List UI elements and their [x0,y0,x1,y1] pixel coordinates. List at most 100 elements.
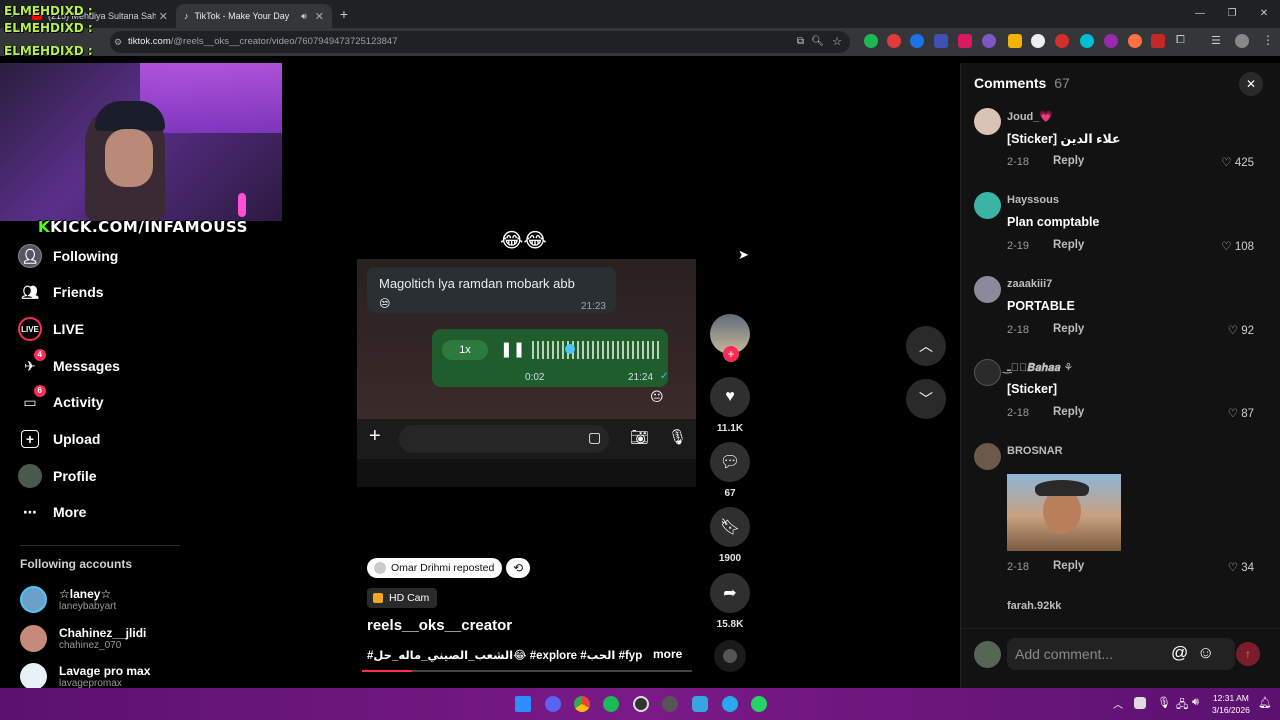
avatar[interactable] [974,443,1001,470]
close-tab-icon[interactable]: ✕ [159,10,168,23]
video-player[interactable]: Magoltich lya ramdan mobark abb 😒 21:23 … [357,259,696,487]
save-button[interactable]: 🔖︎ 1900 [710,507,750,564]
sidebar-item-messages[interactable]: ✈︎ 4 Messages [18,349,120,380]
extension-icon[interactable] [958,34,972,48]
comment-like-button[interactable]: ♡ 108 [1221,239,1254,253]
install-app-icon[interactable]: ⧉ [797,31,804,53]
new-tab-button[interactable]: + [332,6,356,22]
extension-icon[interactable] [1128,34,1142,48]
comment-username[interactable]: farah.92kk [1007,600,1061,612]
comment-like-button[interactable]: ♡ 87 [1228,406,1254,420]
obs-icon[interactable] [633,696,649,712]
emoji-icon[interactable]: ☺ [1197,643,1214,663]
comment-input[interactable]: Add comment... @ ☺ [1007,638,1235,670]
whatsapp-icon[interactable] [751,696,767,712]
comment-username[interactable]: Hayssous [1007,194,1059,206]
next-video-button[interactable]: ﹀ [906,379,946,419]
browser-menu-icon[interactable]: ⋮ [1262,33,1274,47]
extension-icon[interactable] [1080,34,1094,48]
close-comments-button[interactable]: ✕ [1239,72,1263,96]
previous-video-button[interactable]: ︿ [906,326,946,366]
sidebar-item-friends[interactable]: 👥︎ Friends [18,278,103,306]
follow-plus-icon[interactable]: + [723,346,739,362]
minimize-icon[interactable]: — [1184,0,1216,28]
app-icon[interactable] [692,696,708,712]
repost-pill[interactable]: Omar Drihmi reposted [367,558,503,578]
comment-username[interactable]: BROSNAR [1007,445,1063,457]
bookmark-star-icon[interactable]: ☆ [832,31,842,53]
pause-icon[interactable]: ❚❚ [500,340,525,358]
extension-icon[interactable] [1008,34,1022,48]
telegram-icon[interactable] [722,696,738,712]
reply-button[interactable]: Reply [1053,239,1084,251]
music-disc-button[interactable] [710,640,750,672]
comment-like-button[interactable]: ♡ 425 [1221,155,1254,169]
creator-avatar-button[interactable]: + [710,314,750,362]
playhead-dot[interactable] [565,344,575,354]
extension-icon[interactable] [887,34,901,48]
sidebar-item-live[interactable]: LIVE LIVE [18,315,84,343]
comment-username[interactable]: ـ॔ـ͜𝑩𝒂𝒉𝒂𝒂 ⚘ [1007,361,1073,375]
notification-bell-icon[interactable]: 🔔︎ [1258,696,1272,709]
comment-button[interactable]: 💬︎ 67 [710,442,750,499]
extension-icon[interactable] [1031,34,1045,48]
avatar[interactable] [974,192,1001,219]
close-tab-icon[interactable]: ✕ [315,10,324,23]
extension-icon[interactable] [1104,34,1118,48]
extension-icon[interactable] [864,34,878,48]
discord-icon[interactable] [545,696,561,712]
sidebar-item-following[interactable]: 👤︎ Following [18,242,118,270]
comment-photo[interactable] [1007,474,1121,551]
reply-button[interactable]: Reply [1053,323,1084,335]
following-account-item[interactable]: ☆laney☆ laneybabyart [20,586,116,613]
following-account-item[interactable]: Lavage pro max lavagepromax [20,663,150,690]
like-button[interactable]: ♥ 11.1K [710,377,750,434]
following-account-item[interactable]: Chahinez__jlidi chahinez_070 [20,625,146,652]
caption-more-button[interactable]: more [653,647,682,661]
tab-tiktok[interactable]: ♪ TikTok - Make Your Day 🔊︎ ✕ [176,4,332,28]
reading-list-icon[interactable]: ☰ [1211,34,1221,47]
chrome-icon[interactable] [574,696,590,712]
tray-chevron-icon[interactable]: ︿ [1113,696,1123,711]
spotify-icon[interactable] [603,696,619,712]
share-button[interactable]: ➦ 15.8K [710,573,750,630]
post-author[interactable]: reels__oks__creator [367,617,512,634]
close-window-icon[interactable]: ✕ [1248,0,1280,28]
url-bar[interactable]: ⚙ tiktok.com/@reels__oks__creator/video/… [110,31,850,53]
tray-network-icon[interactable]: 🖧 [1176,696,1188,715]
video-progress-bar[interactable] [362,670,692,672]
zoom-icon[interactable]: 🔍︎ [811,31,824,53]
clock[interactable]: 12:31 AM 3/16/2026 [1212,692,1250,716]
comment-like-button[interactable]: ♡ 34 [1228,560,1254,574]
windows-start-icon[interactable] [515,696,531,712]
extension-icon[interactable] [910,34,924,48]
comment-username[interactable]: Joud_💗 [1007,110,1053,123]
extension-icon[interactable] [1055,34,1069,48]
avatar[interactable] [974,359,1001,386]
avatar[interactable] [974,276,1001,303]
extensions-puzzle-icon[interactable]: ⧠ [1176,34,1185,47]
site-info-icon[interactable]: ⚙ [114,31,122,53]
tray-mic-icon[interactable]: 🎙︎ [1157,696,1171,709]
sidebar-item-more[interactable]: ⋯ More [18,498,86,526]
extension-icon[interactable] [1151,34,1165,48]
reply-button[interactable]: Reply [1053,560,1084,572]
extension-icon[interactable] [934,34,948,48]
playback-speed-button[interactable]: 1x [442,340,488,360]
avatar[interactable] [974,108,1001,135]
extension-icon[interactable] [982,34,996,48]
post-comment-button[interactable]: ↑ [1236,642,1260,666]
sidebar-item-activity[interactable]: ▭ 6 Activity [18,385,104,416]
restore-icon[interactable]: ❐ [1216,0,1248,28]
tray-volume-icon[interactable]: 🔊︎ [1192,696,1199,709]
app-icon[interactable] [662,696,678,712]
tray-discord-icon[interactable] [1134,697,1146,709]
sidebar-item-upload[interactable]: + Upload [18,425,100,453]
reply-button[interactable]: Reply [1053,406,1084,418]
repost-button[interactable]: ⟲ [506,558,530,578]
mention-icon[interactable]: @ [1171,643,1188,663]
reply-button[interactable]: Reply [1053,155,1084,167]
comment-username[interactable]: zaaakiii7 [1007,278,1052,290]
speaker-icon[interactable]: 🔊︎ [301,11,307,22]
sidebar-item-profile[interactable]: Profile [18,462,97,490]
